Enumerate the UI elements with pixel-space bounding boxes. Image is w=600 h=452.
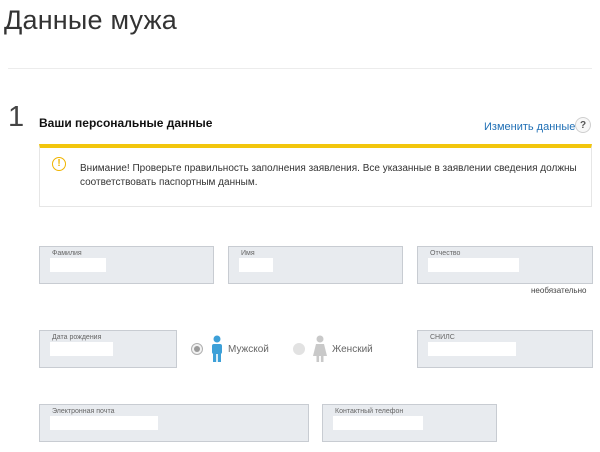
birth-date-label: Дата рождения [52,334,102,341]
help-icon[interactable]: ? [575,117,591,133]
email-field[interactable]: Электронная почта [39,404,309,442]
surname-value[interactable] [50,258,106,272]
name-field[interactable]: Имя [228,246,403,284]
male-radio[interactable] [191,343,203,355]
exclamation-icon: ! [52,157,66,171]
male-person-icon [212,335,222,362]
optional-note: необязательно [531,286,587,295]
step-number: 1 [8,101,25,133]
patronymic-field[interactable]: Отчество [417,246,593,284]
phone-value[interactable] [333,416,423,430]
divider [8,68,592,69]
section-title: Ваши персональные данные [39,116,213,130]
phone-field[interactable]: Контактный телефон [322,404,497,442]
warning-box: ! Внимание! Проверьте правильность запол… [39,144,592,207]
gender-male-option[interactable]: Мужской [191,335,269,363]
email-label: Электронная почта [52,408,115,415]
phone-label: Контактный телефон [335,408,404,415]
page-title: Данные мужа [4,5,177,35]
surname-field[interactable]: Фамилия [39,246,214,284]
birth-date-field[interactable]: Дата рождения [39,330,177,368]
gender-female-option[interactable]: Женский [293,335,373,363]
birth-date-value[interactable] [50,342,113,356]
edit-data-link[interactable]: Изменить данные [484,121,575,133]
snils-value[interactable] [428,342,516,356]
email-value[interactable] [50,416,158,430]
warning-text: Внимание! Проверьте правильность заполне… [80,163,577,188]
patronymic-label: Отчество [430,250,461,257]
patronymic-value[interactable] [428,258,519,272]
female-person-icon [313,335,327,362]
name-label: Имя [241,250,255,257]
snils-label: СНИЛС [430,334,455,341]
female-label: Женский [332,343,373,355]
female-radio[interactable] [293,343,305,355]
name-value[interactable] [239,258,273,272]
surname-label: Фамилия [52,250,82,257]
snils-field[interactable]: СНИЛС [417,330,593,368]
male-label: Мужской [228,343,269,355]
